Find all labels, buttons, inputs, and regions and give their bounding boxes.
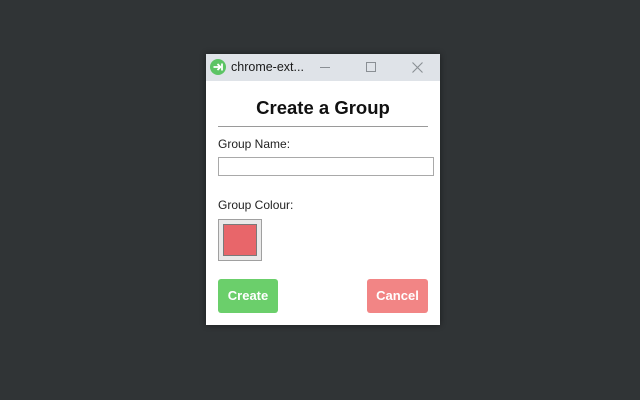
dialog-heading: Create a Group <box>256 97 390 118</box>
extension-arrow-icon <box>210 59 226 75</box>
maximize-icon <box>366 62 376 72</box>
minimize-icon <box>320 67 330 68</box>
dialog-window: chrome-ext... Create a Group Group Name:… <box>206 54 440 325</box>
title-bar[interactable]: chrome-ext... <box>206 54 440 81</box>
group-name-label: Group Name: <box>218 137 291 151</box>
group-colour-picker[interactable] <box>218 219 262 261</box>
group-colour-label: Group Colour: <box>218 198 294 212</box>
close-icon <box>412 62 423 73</box>
close-button[interactable] <box>394 54 440 81</box>
colour-swatch <box>223 224 257 256</box>
window-title: chrome-ext... <box>231 60 304 74</box>
cancel-button[interactable]: Cancel <box>367 279 428 313</box>
maximize-button[interactable] <box>348 54 394 81</box>
heading-divider <box>218 126 428 127</box>
minimize-button[interactable] <box>302 54 348 81</box>
create-button[interactable]: Create <box>218 279 278 313</box>
group-name-input[interactable] <box>218 157 434 176</box>
